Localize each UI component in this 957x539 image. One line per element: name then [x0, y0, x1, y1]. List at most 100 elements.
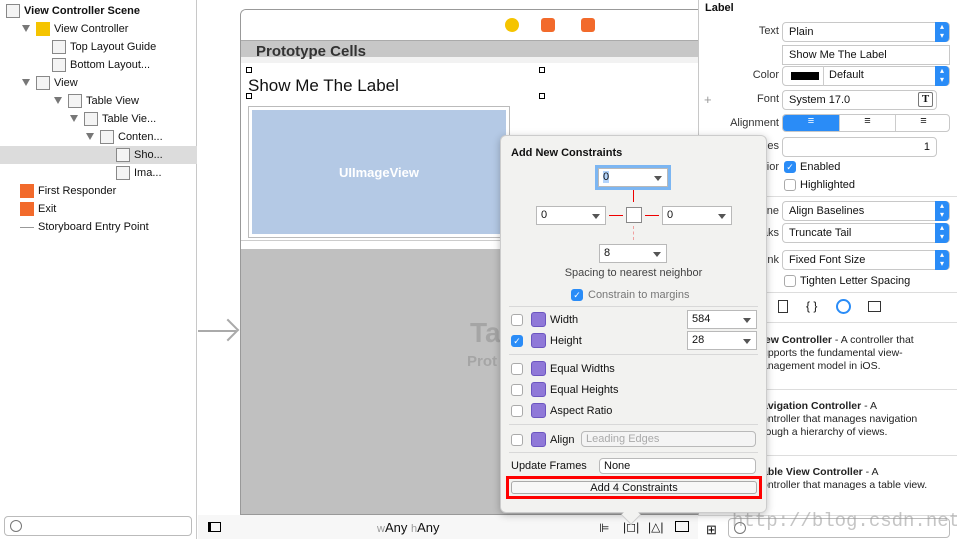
highlighted-checkbox[interactable]: [784, 179, 796, 191]
view-controller-icon: [36, 22, 50, 36]
divider: [765, 196, 957, 197]
left-spacing-field[interactable]: 0: [536, 206, 606, 225]
library-item[interactable]: avigation Controller - Aontroller that m…: [762, 400, 952, 439]
width-value: 584: [692, 313, 711, 325]
top-constraint-ibeam-icon[interactable]: [633, 190, 634, 202]
lines-label: es: [767, 140, 779, 152]
width-checkbox[interactable]: [511, 314, 523, 326]
code-snippet-icon[interactable]: { }: [806, 299, 817, 313]
width-field[interactable]: 584: [687, 310, 757, 329]
update-frames-select[interactable]: None: [599, 458, 756, 474]
media-library-icon[interactable]: [868, 301, 881, 312]
outline-item-label: View: [54, 77, 78, 89]
outline-item[interactable]: View Controller Scene: [0, 2, 197, 20]
equal-heights-checkbox[interactable]: [511, 384, 523, 396]
font-picker-icon[interactable]: T: [918, 92, 933, 107]
resolve-issues-icon[interactable]: |△|: [648, 520, 663, 534]
baseline-select[interactable]: Align Baselines ▴ ▾: [782, 201, 950, 221]
outline-item[interactable]: Conten...: [0, 128, 197, 146]
outline-item[interactable]: View: [0, 74, 197, 92]
bottom-constraint-ibeam-icon[interactable]: [633, 226, 634, 240]
text-type-select[interactable]: Plain ▴ ▾: [782, 22, 950, 42]
disclosure-triangle-icon[interactable]: [22, 79, 30, 86]
bottom-spacing-value: 8: [604, 247, 611, 259]
disclosure-triangle-icon[interactable]: [86, 133, 94, 140]
left-constraint-ibeam-icon[interactable]: [609, 215, 623, 216]
first-responder-icon: [20, 184, 34, 198]
add-constraints-button[interactable]: Add 4 Constraints: [511, 481, 757, 494]
height-checkbox[interactable]: ✓: [511, 335, 523, 347]
align-value: Leading Edges: [586, 433, 660, 445]
file-template-icon[interactable]: [778, 300, 788, 313]
text-content-field[interactable]: Show Me The Label: [782, 45, 950, 65]
dropdown-icon: [653, 252, 661, 257]
library-item-title: iew Controller: [762, 334, 833, 346]
disclosure-triangle-icon[interactable]: [70, 115, 78, 122]
color-select[interactable]: Default ▴ ▾: [782, 66, 950, 86]
alignment-segmented-control[interactable]: ≡ ≡ ≡: [782, 114, 950, 132]
outline-item[interactable]: Storyboard Entry Point: [0, 218, 197, 236]
outline-item[interactable]: Table Vie...: [0, 110, 197, 128]
size-w: Any: [384, 520, 408, 535]
color-value: Default: [823, 66, 864, 86]
dropdown-icon: [743, 318, 751, 323]
height-value: 28: [692, 334, 705, 346]
aspect-ratio-checkbox[interactable]: [511, 405, 523, 417]
align-select[interactable]: Leading Edges: [581, 431, 756, 447]
align-checkbox[interactable]: [511, 434, 523, 446]
outline-item[interactable]: Table View: [0, 92, 197, 110]
align-left-icon[interactable]: ≡: [783, 115, 839, 131]
outline-item[interactable]: Exit: [0, 200, 197, 218]
right-spacing-field[interactable]: 0: [662, 206, 732, 225]
baseline-label: ne: [766, 205, 779, 217]
resize-handle[interactable]: [539, 67, 545, 73]
outline-item[interactable]: First Responder: [0, 182, 197, 200]
selected-label[interactable]: Show Me The Label: [248, 76, 399, 96]
line-breaks-select[interactable]: Truncate Tail ▴ ▾: [782, 223, 950, 243]
lines-value: 1: [923, 141, 930, 153]
align-icon[interactable]: ⊫: [599, 521, 609, 535]
outline-item[interactable]: Top Layout Guide: [0, 38, 197, 56]
label-icon: [116, 148, 130, 162]
tighten-checkbox[interactable]: [784, 275, 796, 287]
outline-item[interactable]: View Controller: [0, 20, 197, 38]
align-right-icon[interactable]: ≡: [895, 115, 949, 131]
size-class-button[interactable]: wAny hAny: [377, 520, 440, 535]
object-library-icon[interactable]: [836, 299, 851, 314]
equal-widths-checkbox[interactable]: [511, 363, 523, 375]
resize-handle[interactable]: [539, 93, 545, 99]
top-spacing-field[interactable]: 0: [595, 165, 671, 190]
prototype-cells-header: Prototype Cells: [241, 41, 700, 63]
first-responder-icon[interactable]: [541, 18, 555, 32]
outline-item[interactable]: Bottom Layout...: [0, 56, 197, 74]
add-variation-icon[interactable]: +: [704, 92, 712, 107]
outline-filter-input[interactable]: [4, 516, 192, 536]
section-title: Label: [705, 2, 734, 14]
autoshrink-select[interactable]: Fixed Font Size ▴ ▾: [782, 250, 950, 270]
exit-icon[interactable]: [581, 18, 595, 32]
view-box-icon: [626, 207, 642, 223]
outline-item-label: Conten...: [118, 131, 163, 143]
align-center-icon[interactable]: ≡: [839, 115, 895, 131]
right-constraint-ibeam-icon[interactable]: [645, 215, 659, 216]
disclosure-triangle-icon[interactable]: [22, 25, 30, 32]
library-item[interactable]: able View Controller - Aontroller that m…: [762, 466, 952, 492]
text-type-value: Plain: [789, 26, 814, 38]
library-item[interactable]: iew Controller - A controller that upport…: [762, 334, 952, 373]
resize-handle[interactable]: [246, 67, 252, 73]
constrain-margins-checkbox[interactable]: ✓: [571, 289, 583, 301]
toggle-outline-icon[interactable]: [208, 522, 221, 532]
outline-item[interactable]: Sho...: [0, 146, 197, 164]
height-field[interactable]: 28: [687, 331, 757, 350]
outline-item[interactable]: Ima...: [0, 164, 197, 182]
view-controller-icon[interactable]: [505, 18, 519, 32]
image-view[interactable]: UIImageView: [248, 106, 510, 238]
resizing-icon[interactable]: [675, 521, 689, 532]
lines-field[interactable]: 1: [782, 137, 937, 157]
outline-item-label: View Controller: [54, 23, 129, 35]
bottom-spacing-field[interactable]: 8: [599, 244, 667, 263]
disclosure-triangle-icon[interactable]: [54, 97, 62, 104]
font-field[interactable]: System 17.0 T: [782, 90, 937, 110]
enabled-checkbox[interactable]: ✓: [784, 161, 796, 173]
grid-view-icon[interactable]: ⊞: [706, 522, 717, 538]
